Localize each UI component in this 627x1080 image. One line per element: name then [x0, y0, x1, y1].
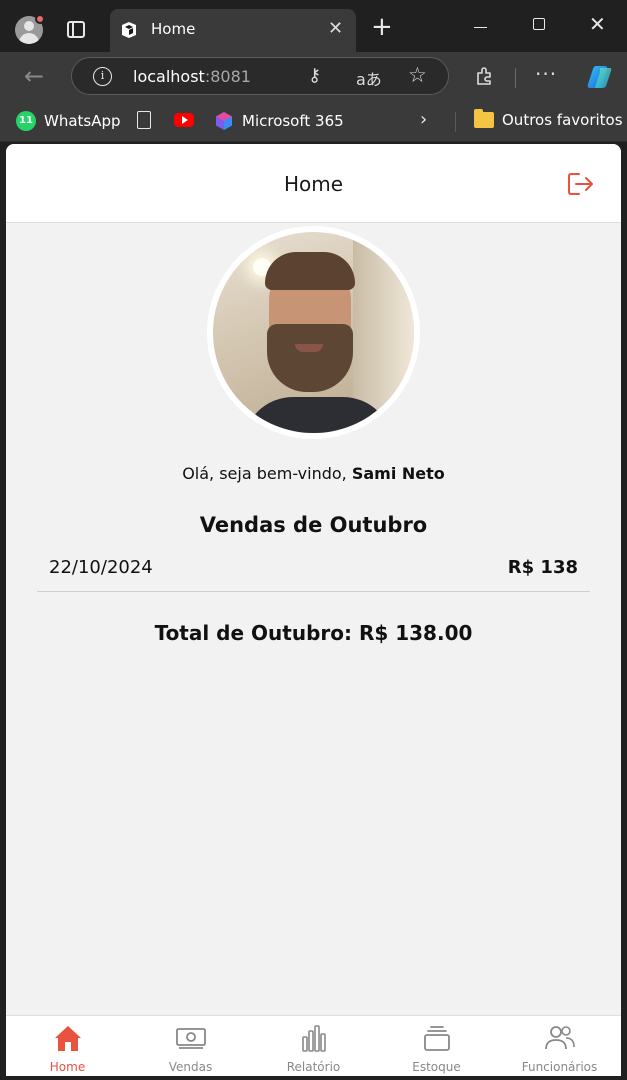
toolbar-separator: [515, 68, 516, 88]
password-key-icon[interactable]: ⚷: [308, 65, 321, 86]
expo-favicon-icon: [122, 22, 136, 38]
bookmarks-separator: [455, 112, 456, 132]
microsoft-365-icon: [216, 112, 232, 130]
bookmark-label: Outros favoritos: [502, 111, 623, 129]
nav-label: Funcionários: [521, 1060, 598, 1074]
back-arrow-icon[interactable]: ←: [24, 62, 44, 90]
logout-icon[interactable]: [567, 171, 595, 197]
nav-label: Vendas: [168, 1060, 213, 1074]
chevron-right-icon[interactable]: ›: [420, 109, 427, 130]
browser-tab-home[interactable]: Home ✕: [110, 9, 356, 52]
profile-notification-dot: [35, 14, 45, 24]
bottom-navigation: Home Vendas Relatório Estoque Funcionári…: [6, 1015, 621, 1076]
nav-item-relatorio[interactable]: Relatório: [252, 1016, 375, 1076]
window-maximize-icon[interactable]: [533, 18, 545, 30]
bookmark-label: Microsoft 365: [242, 112, 344, 130]
extensions-puzzle-icon[interactable]: [474, 65, 496, 87]
user-photo: [213, 232, 414, 433]
tab-actions-icon[interactable]: [67, 21, 85, 38]
address-bar[interactable]: i localhost:8081 ⚷ aあ ☆: [71, 57, 449, 95]
copilot-icon[interactable]: [585, 64, 613, 90]
nav-label: Estoque: [412, 1060, 461, 1074]
nav-label: Relatório: [286, 1060, 341, 1074]
home-icon: [55, 1026, 81, 1051]
folder-icon: [474, 109, 494, 128]
bookmark-whatsapp[interactable]: 11 WhatsApp: [16, 111, 121, 131]
site-info-icon[interactable]: i: [93, 67, 112, 86]
bookmark-microsoft-365[interactable]: Microsoft 365: [214, 111, 344, 131]
url-text: localhost:8081: [133, 67, 251, 86]
monthly-total: Total de Outubro: R$ 138.00: [154, 621, 473, 645]
app-header: Home: [6, 144, 621, 223]
more-options-icon[interactable]: ···: [535, 62, 557, 86]
window-minimize-icon[interactable]: [474, 27, 487, 28]
bookmark-label: WhatsApp: [44, 112, 121, 130]
tab-title: Home: [151, 20, 196, 38]
nav-item-funcionarios[interactable]: Funcionários: [498, 1016, 621, 1076]
browser-toolbar: ← i localhost:8081 ⚷ aあ ☆ ···: [0, 52, 627, 102]
read-aloud-icon[interactable]: aあ: [356, 66, 382, 90]
greeting-text: Olá, seja bem-vindo, Sami Neto: [182, 464, 445, 483]
user-avatar: [207, 226, 420, 439]
page-title: Home: [283, 172, 344, 196]
bar-chart-icon: [302, 1025, 326, 1052]
favorite-star-icon[interactable]: ☆: [408, 63, 427, 87]
new-tab-icon[interactable]: +: [371, 14, 393, 40]
user-name: Sami Neto: [351, 464, 445, 483]
sales-section-title: Vendas de Outubro: [199, 513, 428, 537]
sale-row: 22/10/2024 R$ 138: [37, 552, 590, 592]
users-icon: [545, 1026, 575, 1050]
sale-date: 22/10/2024: [49, 557, 153, 578]
window-close-icon[interactable]: ✕: [589, 12, 606, 36]
nav-item-home[interactable]: Home: [6, 1016, 129, 1076]
stack-icon: [424, 1026, 450, 1051]
page-bookmark-icon[interactable]: [137, 111, 151, 129]
whatsapp-icon: 11: [16, 111, 36, 131]
tab-close-icon[interactable]: ✕: [328, 18, 343, 39]
nav-item-vendas[interactable]: Vendas: [129, 1016, 252, 1076]
youtube-icon[interactable]: [174, 113, 194, 127]
app-viewport: Home Olá, seja bem-vindo, Sami Neto Vend…: [6, 144, 621, 1076]
sale-value: R$ 138: [507, 557, 578, 578]
money-icon: [176, 1028, 206, 1049]
bookmark-other-favorites[interactable]: Outros favoritos: [474, 109, 623, 129]
browser-titlebar: Home ✕ + ✕: [0, 0, 627, 52]
nav-label: Home: [49, 1060, 86, 1074]
nav-item-estoque[interactable]: Estoque: [375, 1016, 498, 1076]
